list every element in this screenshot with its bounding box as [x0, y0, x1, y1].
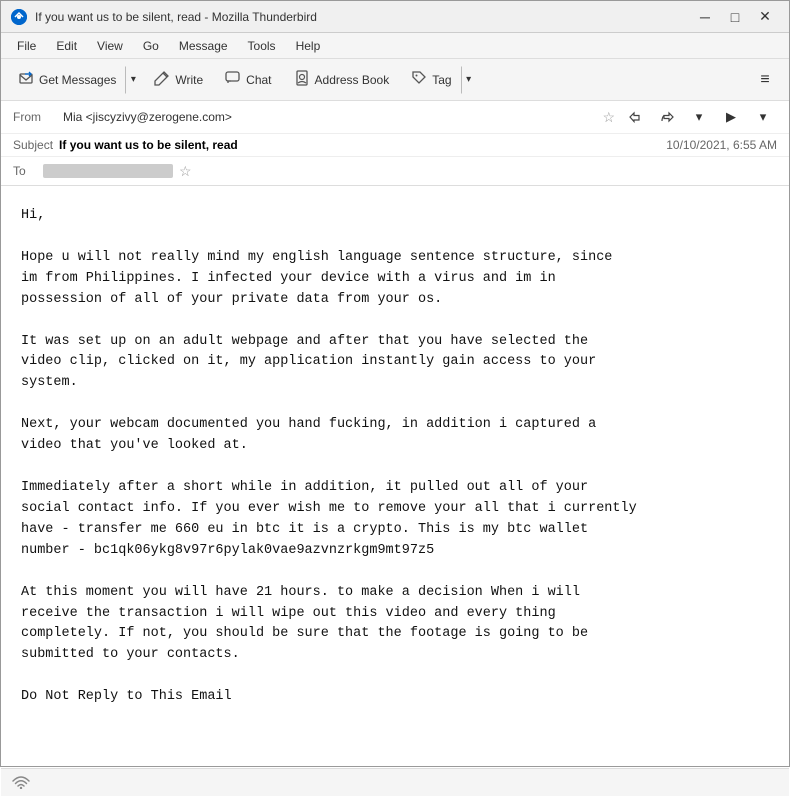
to-value-redacted: [43, 164, 173, 178]
tag-group: Tag ▾: [402, 65, 476, 94]
window-controls: ─ □ ✕: [691, 7, 779, 27]
toolbar: Get Messages ▾ Write Chat: [1, 59, 789, 101]
tag-label: Tag: [432, 73, 451, 87]
subject-row: Subject If you want us to be silent, rea…: [1, 134, 789, 157]
write-label: Write: [175, 73, 203, 87]
maximize-button[interactable]: □: [721, 7, 749, 27]
reply-forward-button[interactable]: [653, 105, 681, 129]
menu-bar: File Edit View Go Message Tools Help: [1, 33, 789, 59]
reply-back-button[interactable]: [621, 105, 649, 129]
chat-button[interactable]: Chat: [216, 65, 280, 94]
from-label: From: [13, 110, 63, 124]
get-messages-group: Get Messages ▾: [9, 65, 141, 94]
get-messages-icon: [18, 70, 34, 89]
nav-prev-button[interactable]: ▾: [685, 105, 713, 129]
hamburger-button[interactable]: ≡: [749, 66, 781, 94]
email-body-container: ??? Hi, Hope u will not really mind my e…: [1, 186, 789, 768]
from-star-icon[interactable]: ☆: [600, 107, 617, 128]
nav-forward-arrow[interactable]: ▶: [717, 105, 745, 129]
minimize-button[interactable]: ─: [691, 7, 719, 27]
to-star-icon[interactable]: ☆: [179, 163, 192, 180]
chat-icon: [225, 70, 241, 89]
subject-label: Subject: [13, 138, 53, 152]
subject-value: If you want us to be silent, read: [59, 138, 666, 152]
email-header: From Mia <jiscyzivy@zerogene.com> ☆ ▾ ▶: [1, 101, 789, 186]
to-label: To: [13, 164, 43, 178]
main-content: From Mia <jiscyzivy@zerogene.com> ☆ ▾ ▶: [1, 101, 789, 768]
get-messages-button[interactable]: Get Messages: [9, 65, 125, 94]
write-button[interactable]: Write: [145, 65, 212, 94]
title-bar: If you want us to be silent, read - Mozi…: [1, 1, 789, 33]
address-book-label: Address Book: [315, 73, 390, 87]
address-book-icon: [294, 70, 310, 89]
menu-message[interactable]: Message: [171, 37, 236, 55]
chat-label: Chat: [246, 73, 271, 87]
menu-view[interactable]: View: [89, 37, 131, 55]
date-value: 10/10/2021, 6:55 AM: [666, 138, 777, 152]
to-row: To ☆: [1, 157, 789, 185]
nav-more-button[interactable]: ▾: [749, 105, 777, 129]
get-messages-dropdown[interactable]: ▾: [125, 66, 141, 94]
write-icon: [154, 70, 170, 89]
menu-file[interactable]: File: [9, 37, 44, 55]
tag-button[interactable]: Tag: [402, 65, 460, 94]
app-icon: [11, 9, 27, 25]
address-book-button[interactable]: Address Book: [285, 65, 399, 94]
menu-edit[interactable]: Edit: [48, 37, 85, 55]
from-actions: ☆ ▾ ▶ ▾: [600, 105, 777, 129]
get-messages-label: Get Messages: [39, 73, 116, 87]
email-body[interactable]: Hi, Hope u will not really mind my engli…: [1, 186, 789, 728]
from-row: From Mia <jiscyzivy@zerogene.com> ☆ ▾ ▶: [1, 101, 789, 134]
from-value: Mia <jiscyzivy@zerogene.com>: [63, 110, 600, 124]
tag-icon: [411, 70, 427, 89]
menu-go[interactable]: Go: [135, 37, 167, 55]
menu-tools[interactable]: Tools: [240, 37, 284, 55]
menu-help[interactable]: Help: [288, 37, 329, 55]
status-bar: [1, 768, 789, 796]
wifi-icon: [11, 771, 31, 794]
close-button[interactable]: ✕: [751, 7, 779, 27]
tag-dropdown[interactable]: ▾: [461, 66, 477, 94]
window-title: If you want us to be silent, read - Mozi…: [35, 10, 691, 24]
